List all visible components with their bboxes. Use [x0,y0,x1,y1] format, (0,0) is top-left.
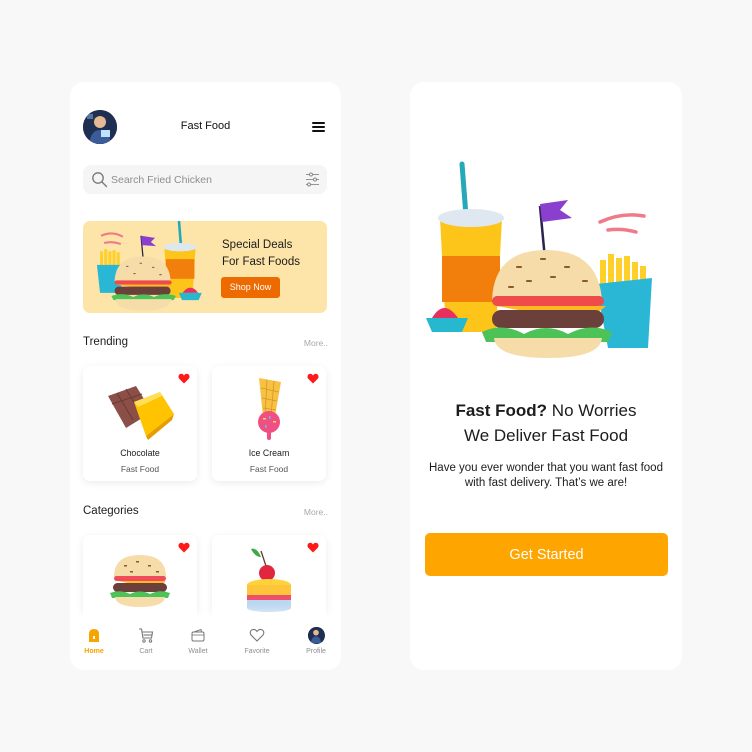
cart-icon [139,628,154,643]
card-title: Chocolate [120,448,160,458]
promo-title-line1: Special Deals [222,239,293,251]
home-screen: Fast Food Search Fried Chicken Special D… [70,82,341,670]
nav-home[interactable]: Home [72,627,116,663]
card-category: Fast Food [249,464,289,474]
categories-more-link[interactable]: More.. [304,507,328,517]
nav-favorite[interactable]: Favorite [235,627,279,663]
shop-now-button[interactable]: Shop Now [221,277,280,298]
trending-card-chocolate[interactable]: Chocolate Fast Food [83,366,197,481]
search-icon [92,172,108,188]
trending-card-ice-cream[interactable]: Ice Cream Fast Food [212,366,326,481]
nav-wallet-label: Wallet [188,648,208,655]
wallet-icon [191,628,205,642]
burger-image [110,555,170,607]
promo-title: Special Deals For Fast Foods [222,237,300,271]
onboarding-screen: Fast Food? No Worries We Deliver Fast Fo… [410,82,682,670]
sliders-icon[interactable] [304,171,321,188]
promo-title-line2: For Fast Foods [222,256,300,268]
home-icon [89,629,99,642]
page-title: Fast Food [180,120,231,132]
ice-cream-image [258,378,281,440]
nav-favorite-label: Favorite [244,648,270,655]
nav-profile[interactable]: Profile [294,627,338,663]
card-category: Fast Food [120,464,160,474]
get-started-button[interactable]: Get Started [425,533,668,576]
bottom-navigation: Home Cart Wallet Favorite Profile [70,617,341,670]
onboarding-title: Fast Food? No Worries We Deliver Fast Fo… [410,398,682,448]
avatar [307,627,325,644]
card-title: Ice Cream [248,448,290,458]
cherry-cake-image [247,548,291,612]
search-bar [83,165,327,194]
nav-cart[interactable]: Cart [124,627,168,663]
categories-heading: Categories [83,505,139,517]
avatar-image-icon [308,627,324,643]
nav-profile-label: Profile [306,648,326,655]
nav-wallet[interactable]: Wallet [176,627,220,663]
heart-icon [249,628,265,642]
trending-heading: Trending [83,336,128,348]
hamburger-menu-icon[interactable] [312,122,325,132]
nav-home-label: Home [84,648,104,655]
search-input[interactable] [111,165,301,194]
trending-more-link[interactable]: More.. [304,338,328,348]
promo-banner: Special Deals For Fast Foods Shop Now [83,221,327,313]
onboarding-description: Have you ever wonder that you want fast … [429,462,663,489]
fast-food-combo-illustration [426,161,652,358]
app-header: Fast Food [70,82,341,172]
nav-cart-label: Cart [139,648,153,655]
title-bold: Fast Food? [455,401,548,420]
chocolate-bar-image [108,386,174,440]
title-rest: No Worries [547,401,637,420]
fast-food-combo-illustration [96,221,202,311]
title-line2: We Deliver Fast Food [463,426,629,445]
